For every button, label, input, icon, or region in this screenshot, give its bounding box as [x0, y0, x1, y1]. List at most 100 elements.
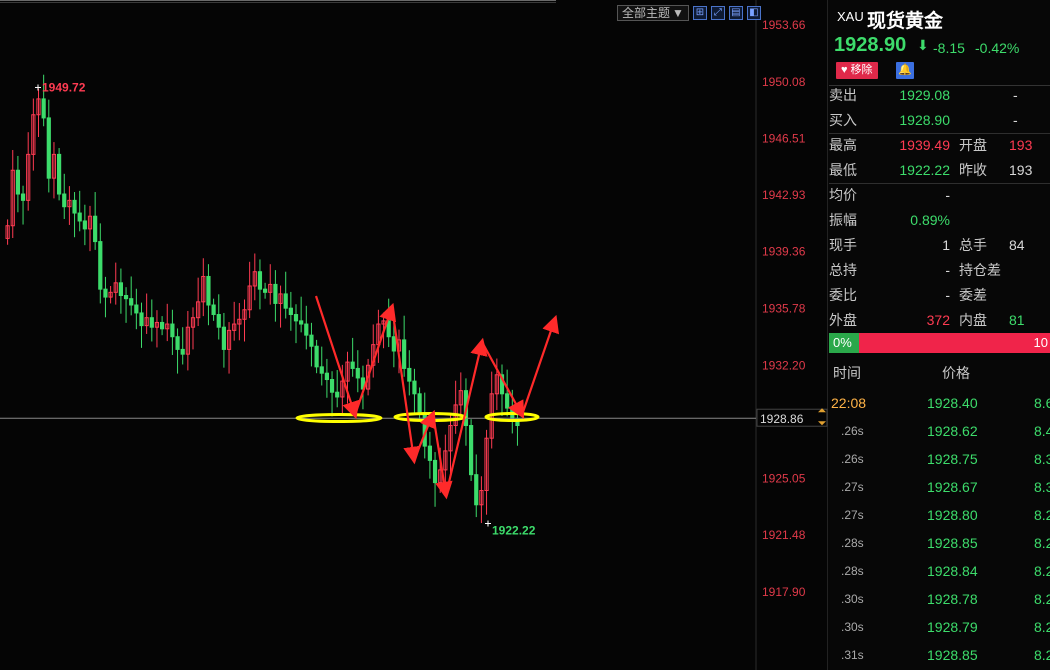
candle-body — [402, 339, 407, 369]
split-icon[interactable]: ◧ — [746, 5, 761, 20]
tick-row[interactable]: .27s 1928.67 8.3 — [829, 473, 1050, 501]
symbol-code: XAU — [837, 9, 864, 24]
candle-body — [149, 317, 154, 328]
candle-body — [288, 307, 293, 316]
tick-row[interactable]: .30s 1928.78 8.2 — [829, 585, 1050, 613]
candlestick-chart[interactable]: 1953.66 1950.08 1946.51 1942.93 1939.36 1935.… — [0, 0, 828, 670]
stat-label: 最低 — [829, 162, 857, 178]
candle-body — [329, 379, 335, 393]
stat-label: 振幅 — [829, 212, 857, 228]
stat-value: - — [945, 262, 950, 278]
tick-row[interactable]: .26s 1928.75 8.3 — [829, 445, 1050, 473]
grid-icon[interactable]: ⊞ — [692, 5, 707, 20]
tick-row[interactable]: 22:08 1928.40 8.6 — [829, 389, 1050, 417]
current-price-label: 1928.86 — [760, 412, 804, 426]
y-tick-label: 1935.78 — [762, 302, 806, 316]
tick-price: 1928.85 — [927, 647, 978, 663]
kline-chart-pane[interactable]: 1953.66 1950.08 1946.51 1942.93 1939.36 1935.… — [0, 0, 828, 670]
ticks-price-header: 价格 — [942, 365, 970, 381]
stat-value: 1922.22 — [899, 162, 950, 178]
y-tick-label: 1942.93 — [762, 188, 806, 202]
tick-volume: 8.3 — [1034, 451, 1050, 467]
tick-price: 1928.75 — [927, 451, 978, 467]
expand-icon[interactable]: ⤢ — [710, 5, 725, 20]
candle-body — [355, 367, 360, 379]
stat-label: 现手 — [829, 237, 857, 253]
stat-label-2: 持仓差 — [959, 262, 1001, 278]
stat-value-2: 193 — [1009, 137, 1033, 153]
candle-body — [283, 293, 288, 309]
y-tick-label: 1925.05 — [762, 472, 806, 486]
candle-body — [407, 367, 412, 382]
high-marker-label: 1949.72 — [42, 80, 86, 94]
ticks-time-header: 时间 — [833, 365, 861, 381]
stat-value-2: - — [1013, 112, 1018, 128]
candle-body — [469, 425, 474, 476]
tick-row[interactable]: .30s 1928.79 8.2 — [829, 613, 1050, 641]
tick-price: 1928.62 — [927, 423, 978, 439]
stat-value: 1929.08 — [899, 87, 950, 103]
candle-body — [309, 334, 314, 347]
stat-label-2: 总手 — [959, 237, 987, 253]
tick-row[interactable]: .28s 1928.84 8.2 — [829, 557, 1050, 585]
candle-body — [319, 366, 324, 374]
price-change: -8.15 — [933, 40, 965, 56]
candle-body — [263, 288, 268, 293]
candle-body — [412, 380, 417, 395]
y-tick-label: 1946.51 — [762, 131, 806, 145]
tick-row[interactable]: .26s 1928.62 8.4 — [829, 417, 1050, 445]
remove-watchlist-button[interactable]: ♥ 移除 — [836, 62, 878, 79]
tick-volume: 8.2 — [1034, 507, 1050, 523]
tick-volume: 8.4 — [1034, 423, 1050, 439]
tick-volume: 8.2 — [1034, 535, 1050, 551]
candle-body — [170, 323, 175, 338]
annotation-arrow — [353, 302, 397, 416]
quote-row: 买入 1928.90 - — [829, 108, 1050, 133]
candle-body — [299, 320, 304, 325]
candle-body — [118, 282, 124, 296]
heart-icon: ♥ — [841, 64, 848, 76]
y-tick-label: 1950.08 — [762, 75, 806, 89]
theme-select-label: 全部主题 — [622, 5, 671, 20]
candle-body — [98, 241, 103, 290]
candle-body — [160, 321, 165, 330]
quote-header: XAU 现货黄金 1928.90 ⬇ -8.15 -0.42% ♥ 移除 🔔 — [829, 0, 1050, 86]
tick-row[interactable]: .31s 1928.85 8.2 — [829, 641, 1050, 669]
candle-body — [129, 298, 134, 306]
tick-time: 22:08 — [831, 395, 867, 411]
candle-body — [314, 345, 319, 368]
stat-label: 均价 — [829, 187, 857, 203]
candle-body — [293, 314, 299, 322]
layout-icon[interactable]: ▤ — [728, 5, 743, 20]
candle-body — [103, 288, 108, 298]
candle-body — [134, 304, 139, 314]
y-tick-label: 1932.20 — [762, 358, 806, 372]
alert-bell-button[interactable]: 🔔 — [896, 62, 914, 79]
tick-time: .26s — [841, 424, 864, 438]
quote-row: 委比 - 委差 — [829, 283, 1050, 308]
y-tick-label: 1939.36 — [762, 245, 806, 259]
candle-body — [324, 372, 329, 381]
quote-row: 振幅 0.89% — [829, 208, 1050, 233]
candle-body — [41, 98, 46, 119]
tick-price: 1928.78 — [927, 591, 978, 607]
quote-panel: XAU 现货黄金 1928.90 ⬇ -8.15 -0.42% ♥ 移除 🔔 卖… — [829, 0, 1050, 670]
annotation-arrow — [520, 314, 560, 416]
stat-label: 外盘 — [829, 312, 857, 328]
candle-body — [417, 393, 422, 414]
stat-value: - — [945, 187, 950, 203]
stat-label: 最高 — [829, 137, 857, 153]
remove-label: 移除 — [850, 64, 873, 76]
tick-row[interactable]: .28s 1928.85 8.2 — [829, 529, 1050, 557]
ticks-header: 时间 价格 — [829, 360, 1050, 386]
tick-volume: 8.2 — [1034, 619, 1050, 635]
candle-body — [123, 294, 129, 300]
tick-time: .30s — [841, 620, 864, 634]
quote-row: 外盘 372 内盘 81 — [829, 308, 1050, 333]
tick-row[interactable]: .27s 1928.80 8.2 — [829, 501, 1050, 529]
annotation-arrow — [390, 306, 421, 465]
candle-body — [474, 474, 479, 506]
tick-price: 1928.79 — [927, 619, 978, 635]
stat-value-2: 193 — [1009, 162, 1033, 178]
theme-select[interactable]: 全部主题 ▼ — [617, 4, 689, 21]
